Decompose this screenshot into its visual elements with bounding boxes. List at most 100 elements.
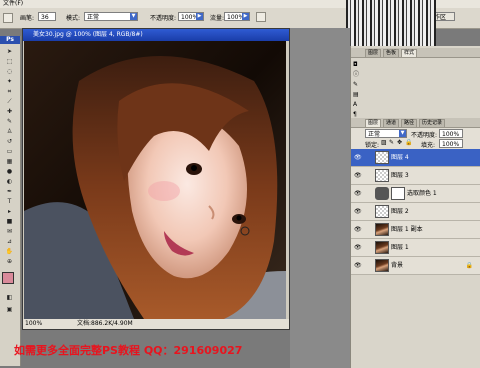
chevron-right-icon: ▶: [196, 13, 203, 20]
layer-name: 图层 2: [391, 208, 409, 215]
lasso-tool-icon[interactable]: ◌: [3, 68, 16, 75]
path-select-icon[interactable]: ▸: [3, 208, 16, 215]
eye-icon[interactable]: 👁: [354, 226, 362, 234]
tool-presets-icon[interactable]: ▤: [353, 90, 361, 100]
brush-tool-icon[interactable]: ✎: [3, 118, 16, 125]
tab-swatches[interactable]: 色板: [383, 49, 400, 57]
blend-mode-label: 模式:: [66, 15, 81, 22]
chevron-down-icon: ▼: [399, 130, 406, 137]
lock-icon: 🔒: [465, 262, 473, 269]
lock-position-icon[interactable]: ✥: [397, 139, 402, 146]
tab-paths[interactable]: 路径: [401, 119, 418, 127]
screen-mode-icon[interactable]: ▣: [3, 306, 16, 313]
slice-tool-icon[interactable]: ⟋: [3, 98, 16, 105]
layer-blend-select[interactable]: 正常 ▼: [365, 129, 407, 138]
layer-row[interactable]: 👁 图层 1 副本: [351, 221, 480, 239]
layer-row[interactable]: 👁 选取颜色 1: [351, 185, 480, 203]
menu-file[interactable]: 文件(F): [3, 0, 23, 8]
adjustment-layer-icon: [375, 187, 389, 200]
zoom-tool-icon[interactable]: ⊕: [3, 258, 16, 265]
eyedropper-icon[interactable]: ⊿: [3, 238, 16, 245]
airbrush-icon[interactable]: [256, 12, 266, 22]
layer-thumbnail: [375, 205, 389, 218]
brush-label: 画笔:: [20, 15, 35, 22]
tab-layers-upper[interactable]: 图层: [365, 49, 382, 57]
eye-icon[interactable]: 👁: [354, 244, 362, 252]
eraser-icon[interactable]: ▭: [3, 148, 16, 155]
layer-thumbnail: [375, 151, 389, 164]
navigator-icon[interactable]: ◘: [353, 60, 361, 70]
layer-row[interactable]: 👁 背景 🔒: [351, 257, 480, 275]
history-brush-icon[interactable]: ↺: [3, 138, 16, 145]
fill-field[interactable]: 100%: [439, 139, 463, 148]
tools-palette: Ps ➤ ⬚ ◌ ✦ ⌗ ⟋ ✚ ✎ ♙ ↺ ▭ ▦ ● ◐ ✒ T ▸ ■ ✉…: [0, 36, 21, 366]
dodge-tool-icon[interactable]: ◐: [3, 178, 16, 185]
marquee-tool-icon[interactable]: ⬚: [3, 58, 16, 65]
flow-field[interactable]: 100% ▶: [224, 12, 250, 21]
layer-blend-row: 正常 ▼ 不透明度: 100%: [351, 128, 480, 139]
eye-icon[interactable]: 👁: [354, 172, 362, 180]
panel-side-icons: ◘ ⓘ ✎ ▤ A ¶: [353, 60, 361, 120]
healing-brush-icon[interactable]: ✚: [3, 108, 16, 115]
layers-panel: 图层 色板 样式 ◘ ⓘ ✎ ▤ A ¶ 图层 通道 路径 历史记录 正常 ▼ …: [350, 46, 480, 368]
canvas-image[interactable]: [24, 41, 286, 319]
eye-icon[interactable]: 👁: [354, 262, 362, 270]
hand-tool-icon[interactable]: ✋: [3, 248, 16, 255]
brush-tool-icon[interactable]: [3, 13, 13, 23]
layer-row[interactable]: 👁 图层 1: [351, 239, 480, 257]
tab-history[interactable]: 历史记录: [419, 119, 446, 127]
info-icon[interactable]: ⓘ: [353, 70, 361, 80]
layer-name: 图层 1: [391, 244, 409, 251]
blend-mode-select[interactable]: 正常 ▼: [84, 12, 138, 21]
layer-name: 背景: [391, 262, 404, 269]
clone-stamp-icon[interactable]: ♙: [3, 128, 16, 135]
text-tool-icon[interactable]: T: [3, 198, 16, 205]
layer-name: 选取颜色 1: [407, 190, 437, 197]
brushes-icon[interactable]: ✎: [353, 80, 361, 90]
gradient-tool-icon[interactable]: ▦: [3, 158, 16, 165]
layer-name: 图层 1 副本: [391, 226, 423, 233]
tab-layers[interactable]: 图层: [365, 119, 382, 127]
barcode-graphic: [346, 0, 436, 46]
opacity-label: 不透明度:: [150, 15, 177, 22]
eye-icon[interactable]: 👁: [354, 190, 362, 198]
move-tool-icon[interactable]: ➤: [3, 48, 16, 55]
layer-opacity-field[interactable]: 100%: [439, 129, 463, 138]
document-size[interactable]: 文档:886.2K/4.90M: [77, 319, 133, 329]
layer-mask-thumbnail: [391, 187, 405, 200]
document-title-bar[interactable]: 美女30.jpg @ 100% (图层 4, RGB/8#): [23, 29, 289, 41]
layer-row[interactable]: 👁 图层 4: [351, 149, 480, 167]
character-icon[interactable]: A: [353, 100, 361, 110]
layer-name: 图层 3: [391, 172, 409, 179]
magic-wand-icon[interactable]: ✦: [3, 78, 16, 85]
tab-styles[interactable]: 样式: [401, 49, 418, 57]
eye-icon[interactable]: 👁: [354, 208, 362, 216]
document-window: 美女30.jpg @ 100% (图层 4, RGB/8#) 100% 文档:8…: [22, 28, 290, 330]
notes-tool-icon[interactable]: ✉: [3, 228, 16, 235]
layer-thumbnail: [375, 259, 389, 272]
portrait-photo: [24, 41, 286, 319]
chevron-right-icon: ▶: [242, 13, 249, 20]
lock-transparency-icon[interactable]: ▨: [381, 139, 387, 146]
layer-row[interactable]: 👁 图层 3: [351, 167, 480, 185]
crop-tool-icon[interactable]: ⌗: [3, 88, 16, 95]
blur-tool-icon[interactable]: ●: [3, 168, 16, 175]
layer-name: 图层 4: [391, 154, 409, 161]
zoom-level[interactable]: 100%: [25, 319, 42, 329]
chevron-down-icon: ▼: [130, 13, 137, 20]
lock-all-icon[interactable]: 🔒: [405, 139, 412, 146]
layers-tab-row: 图层 通道 路径 历史记录: [351, 118, 480, 128]
eye-icon[interactable]: 👁: [354, 154, 362, 162]
lock-label: 锁定:: [365, 142, 380, 149]
opacity-field[interactable]: 100% ▶: [178, 12, 204, 21]
document-status-bar: 100% 文档:886.2K/4.90M: [23, 319, 289, 329]
foreground-color-swatch[interactable]: [2, 272, 14, 284]
layer-row[interactable]: 👁 图层 2: [351, 203, 480, 221]
shape-tool-icon[interactable]: ■: [3, 218, 16, 225]
brush-size-picker[interactable]: 36: [38, 12, 56, 21]
pen-tool-icon[interactable]: ✒: [3, 188, 16, 195]
tab-channels[interactable]: 通道: [383, 119, 400, 127]
lock-pixels-icon[interactable]: ✎: [389, 139, 394, 146]
quick-mask-icon[interactable]: ◧: [3, 294, 16, 301]
flow-label: 流量:: [210, 15, 225, 22]
